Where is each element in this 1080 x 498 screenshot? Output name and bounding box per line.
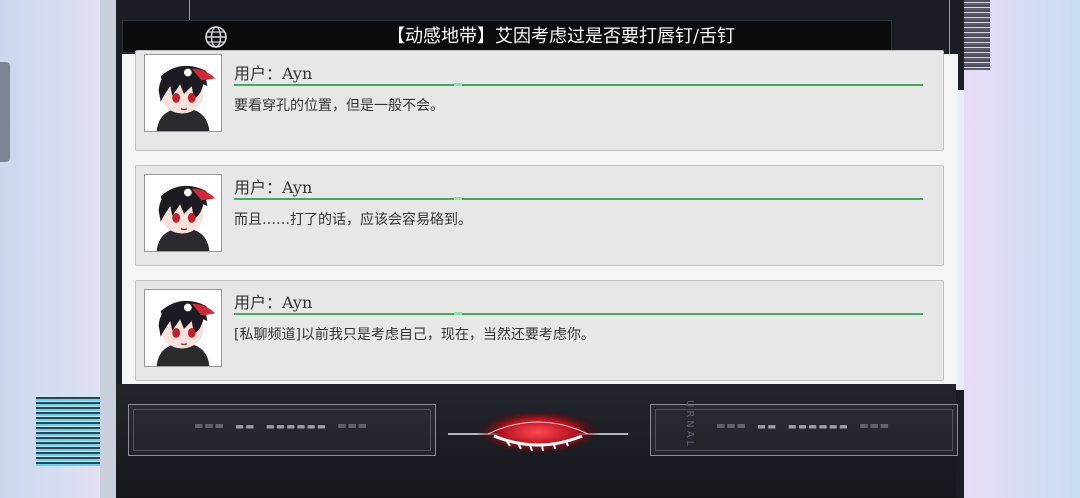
chat-title: 【动感地带】艾因考虑过是否要打唇钉/舌钉 bbox=[386, 26, 736, 47]
character-portrait-icon bbox=[145, 55, 221, 131]
sender-divider bbox=[234, 198, 923, 200]
message-text: [私聊频道]以前我只是考虑自己，现在，当然还要考虑你。 bbox=[234, 327, 595, 343]
sender-divider-highlight bbox=[454, 197, 462, 200]
chat-message: 用户：Ayn 要看穿孔的位置，但是一般不会。 bbox=[135, 50, 944, 151]
frame-stripe-left bbox=[100, 0, 116, 498]
side-handle[interactable] bbox=[0, 62, 10, 162]
sender-divider bbox=[234, 313, 923, 315]
eye-emblem-icon bbox=[448, 410, 628, 454]
character-portrait-icon bbox=[145, 175, 221, 251]
message-sender: 用户：Ayn bbox=[234, 64, 313, 83]
globe-icon bbox=[205, 26, 227, 48]
message-text: 要看穿孔的位置，但是一般不会。 bbox=[234, 98, 444, 114]
sender-divider-highlight bbox=[454, 312, 462, 315]
avatar[interactable] bbox=[144, 54, 222, 132]
chat-message: 用户：Ayn [私聊频道]以前我只是考虑自己，现在，当然还要考虑你。 bbox=[135, 280, 944, 381]
character-portrait-icon bbox=[145, 290, 221, 366]
sender-divider-highlight bbox=[454, 83, 462, 86]
message-sender: 用户：Ayn bbox=[234, 293, 313, 312]
decorative-panel-right: ═══ ▬▬ ▬▬▬▬▬▬ ═══ bbox=[650, 404, 958, 456]
glitch-label-left: ═══ ▬▬ ▬▬▬▬▬▬ ═══ bbox=[195, 419, 369, 433]
avatar[interactable] bbox=[144, 174, 222, 252]
sender-divider bbox=[234, 84, 923, 86]
message-sender: 用户：Ayn bbox=[234, 178, 313, 197]
vertical-decor-text: URNAL bbox=[684, 400, 695, 450]
avatar[interactable] bbox=[144, 289, 222, 367]
glitch-label-right: ═══ ▬▬ ▬▬▬▬▬▬ ═══ bbox=[717, 419, 891, 433]
chat-message: 用户：Ayn 而且……打了的话，应该会容易硌到。 bbox=[135, 165, 944, 266]
decorative-panel-left: ═══ ▬▬ ▬▬▬▬▬▬ ═══ bbox=[128, 404, 436, 456]
message-text: 而且……打了的话，应该会容易硌到。 bbox=[234, 212, 472, 228]
